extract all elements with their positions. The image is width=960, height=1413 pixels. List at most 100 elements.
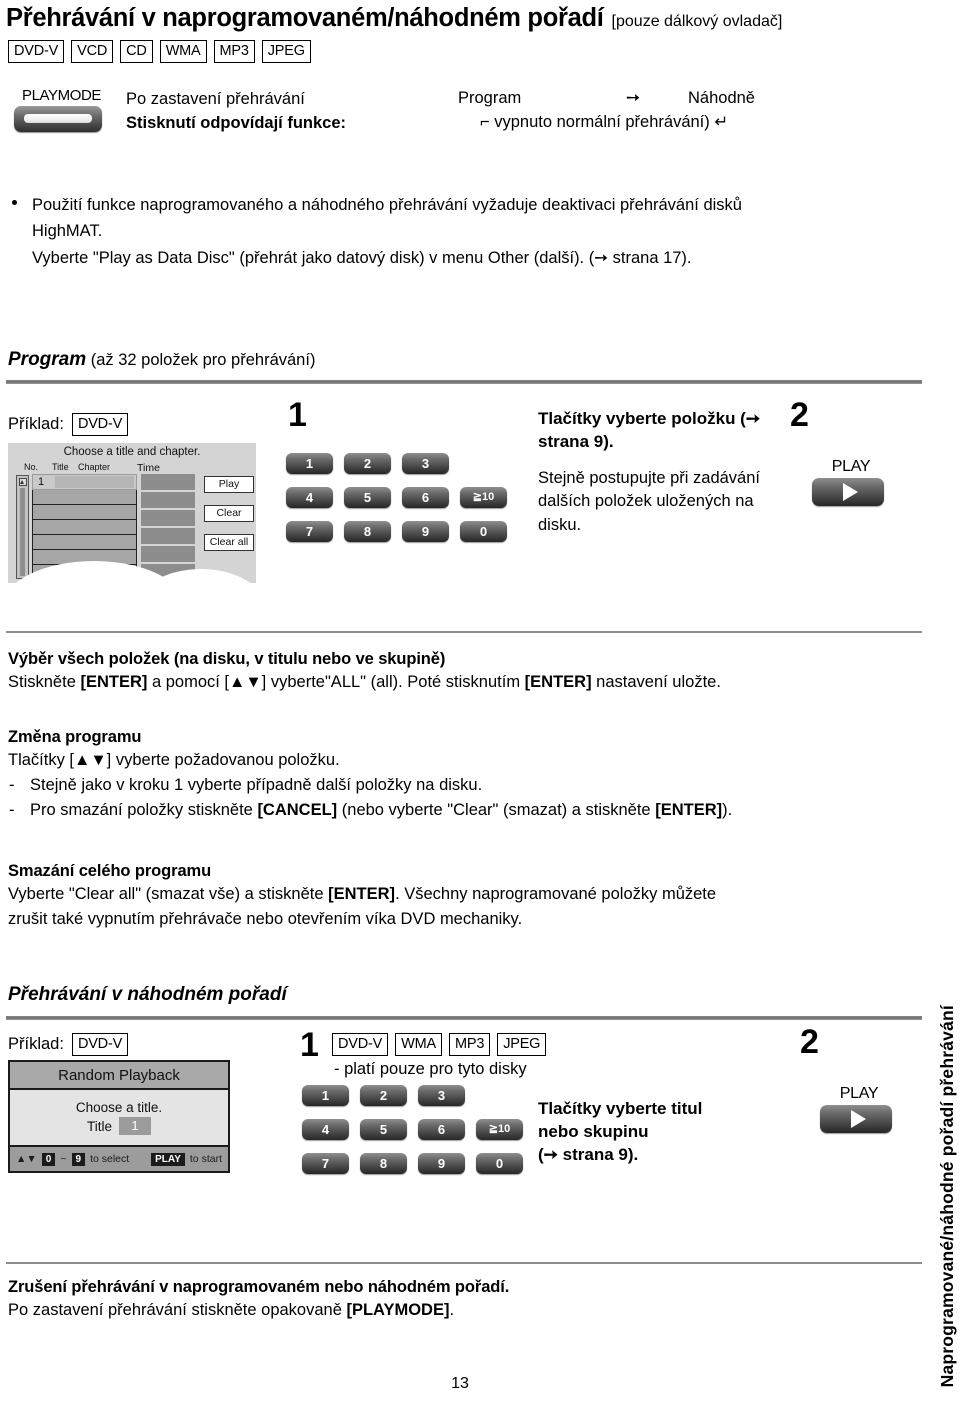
clear-all-line1: Vyberte "Clear all" (smazat vše) a stisk… bbox=[8, 882, 913, 907]
key-hint-0: 0 bbox=[41, 1152, 56, 1166]
badge-wma: WMA bbox=[395, 1033, 442, 1056]
section-divider bbox=[6, 1262, 922, 1264]
key-hint-9: 9 bbox=[71, 1152, 86, 1166]
change-program-item-2: - Pro smazání položky stiskněte [CANCEL]… bbox=[8, 798, 913, 823]
text-run: (nebo vyberte "Clear" (smazat) a stiskně… bbox=[337, 801, 656, 820]
key-5[interactable]: 5 bbox=[360, 1119, 407, 1140]
program-section-heading: Program (až 32 položek pro přehrávání) bbox=[8, 349, 315, 371]
text-run: Po zastavení přehrávání stiskněte opakov… bbox=[8, 1301, 347, 1319]
dash-marker: - bbox=[9, 801, 15, 820]
key-8[interactable]: 8 bbox=[360, 1153, 407, 1174]
clear-all-line2: zrušit také vypnutím přehrávače nebo ote… bbox=[8, 910, 523, 929]
disc-type-badges: DVD-V VCD CD WMA MP3 JPEG bbox=[8, 40, 311, 63]
playmode-block: PLAYMODE Po zastavení přehrávání Stisknu… bbox=[8, 88, 948, 156]
clear-button[interactable]: Clear bbox=[204, 505, 254, 522]
badge-mp3: MP3 bbox=[213, 40, 255, 63]
key-6[interactable]: 6 bbox=[402, 487, 449, 508]
column-header-time: Time bbox=[137, 462, 160, 474]
manual-page: Přehrávání v naprogramovaném/náhodném po… bbox=[0, 0, 960, 1413]
time-cell bbox=[141, 510, 195, 526]
program-heading-main: Program bbox=[8, 349, 87, 370]
key-reference: [ENTER] bbox=[328, 885, 396, 903]
text-run: . bbox=[449, 1301, 455, 1319]
key-6[interactable]: 6 bbox=[418, 1119, 465, 1140]
cancel-body: Po zastavení přehrávání stiskněte opakov… bbox=[8, 1298, 913, 1323]
key-2[interactable]: 2 bbox=[360, 1085, 407, 1106]
badge-mp3: MP3 bbox=[448, 1033, 491, 1056]
random-step-number-1: 1 bbox=[300, 1026, 319, 1064]
table-row[interactable]: 1 bbox=[32, 474, 137, 490]
playmode-line2: Stisknutí odpovídají funkce: bbox=[126, 113, 347, 132]
key-0[interactable]: 0 bbox=[460, 521, 507, 542]
key-1[interactable]: 1 bbox=[302, 1085, 349, 1106]
page-title: Přehrávání v naprogramovaném/náhodném po… bbox=[6, 4, 604, 32]
key-7[interactable]: 7 bbox=[286, 521, 333, 542]
table-row[interactable] bbox=[32, 504, 137, 520]
key-7[interactable]: 7 bbox=[302, 1153, 349, 1174]
random-step-bold-l3: (➙ strana 9). bbox=[538, 1144, 639, 1164]
page-title-note: [pouze dálkový ovladač] bbox=[611, 13, 783, 30]
text-run: nastavení uložte. bbox=[591, 673, 721, 691]
badge-dvd-v: DVD-V bbox=[8, 40, 65, 63]
key-reference: [ENTER] bbox=[524, 673, 592, 691]
key-1[interactable]: 1 bbox=[286, 453, 333, 474]
updown-arrows-icon: ▲▼ bbox=[16, 1153, 37, 1165]
key-8[interactable]: 8 bbox=[344, 521, 391, 542]
column-header-title: Title bbox=[52, 462, 69, 472]
key-4[interactable]: 4 bbox=[286, 487, 333, 508]
playmode-key-label: PLAYMODE bbox=[21, 87, 102, 104]
column-header-no: No. bbox=[24, 462, 39, 472]
key-blank bbox=[460, 453, 507, 474]
text-run: a pomocí [▲▼] vyberte"ALL" (all). Poté s… bbox=[147, 673, 525, 691]
key-5[interactable]: 5 bbox=[344, 487, 391, 508]
table-row[interactable] bbox=[32, 534, 137, 550]
key-0[interactable]: 0 bbox=[476, 1153, 523, 1174]
key-3[interactable]: 3 bbox=[402, 453, 449, 474]
hint-to-select: to select bbox=[90, 1153, 130, 1165]
program-keypad: 1 2 3 4 5 6 ≧10 7 8 9 0 bbox=[286, 453, 507, 555]
scrollbar-track[interactable] bbox=[20, 488, 25, 576]
key-reference: [PLAYMODE] bbox=[346, 1301, 450, 1319]
change-program-item-1-text: Stejně jako v kroku 1 vyberte případně d… bbox=[30, 776, 483, 795]
highmat-note: Použití funkce naprogramovaného a náhodn… bbox=[10, 192, 910, 271]
play-triangle-icon[interactable] bbox=[820, 1105, 892, 1133]
key-ten-plus[interactable]: ≧10 bbox=[476, 1119, 523, 1140]
text-run: Pro smazání položky stiskněte bbox=[30, 801, 258, 820]
program-section-rule bbox=[6, 380, 922, 384]
key-2[interactable]: 2 bbox=[344, 453, 391, 474]
change-program-heading: Změna programu bbox=[8, 728, 142, 746]
key-9[interactable]: 9 bbox=[402, 521, 449, 542]
row-input-field[interactable] bbox=[55, 476, 134, 488]
key-9[interactable]: 9 bbox=[418, 1153, 465, 1174]
program-step1-text: Tlačítky vyberte položku (➙ strana 9). S… bbox=[538, 408, 788, 537]
table-row[interactable] bbox=[32, 519, 137, 535]
badge-cd: CD bbox=[120, 40, 153, 63]
program-screen-buttons: Play Clear Clear all bbox=[204, 476, 254, 563]
key-4[interactable]: 4 bbox=[302, 1119, 349, 1140]
random-screen-footer-hints: ▲▼ 0 ~ 9 to select PLAY to start bbox=[10, 1145, 228, 1171]
program-screen-scrollbar[interactable] bbox=[16, 475, 29, 579]
key-ten-plus[interactable]: ≧10 bbox=[460, 487, 507, 508]
playmode-flow-diagram: Program ➙ Náhodně ⌐ vypnuto normální pře… bbox=[458, 88, 878, 132]
time-cell bbox=[141, 492, 195, 508]
random-screen-title-label: Title bbox=[86, 1118, 112, 1134]
key-3[interactable]: 3 bbox=[418, 1085, 465, 1106]
program-example-label: Příklad: bbox=[8, 414, 64, 433]
play-triangle-icon[interactable] bbox=[812, 478, 884, 506]
program-screen-title: Choose a title and chapter. bbox=[63, 446, 201, 458]
play-button[interactable]: Play bbox=[204, 476, 254, 493]
step-number-1: 1 bbox=[288, 396, 307, 434]
flow-label-off: ⌐ vypnuto normální přehrávání) ↵ bbox=[480, 113, 729, 131]
random-screen-title-value[interactable]: 1 bbox=[119, 1117, 151, 1135]
flow-label-program: Program bbox=[458, 88, 522, 107]
table-row[interactable] bbox=[32, 489, 137, 505]
random-step-bold-l2: nebo skupinu bbox=[538, 1121, 649, 1141]
hint-to-start: to start bbox=[189, 1153, 222, 1165]
scroll-up-icon[interactable] bbox=[18, 477, 27, 486]
clear-all-heading: Smazání celého programu bbox=[8, 862, 212, 880]
clear-all-section: Smazání celého programu Vyberte "Clear a… bbox=[8, 862, 913, 932]
random-step-bold-l1: Tlačítky vyberte titul bbox=[538, 1099, 703, 1118]
clear-all-button[interactable]: Clear all bbox=[204, 534, 254, 551]
side-tab-label: Naprogramované/náhodné pořadí přehrávání bbox=[937, 1004, 957, 1387]
random-disc-badges: DVD-V WMA MP3 JPEG bbox=[332, 1033, 547, 1056]
